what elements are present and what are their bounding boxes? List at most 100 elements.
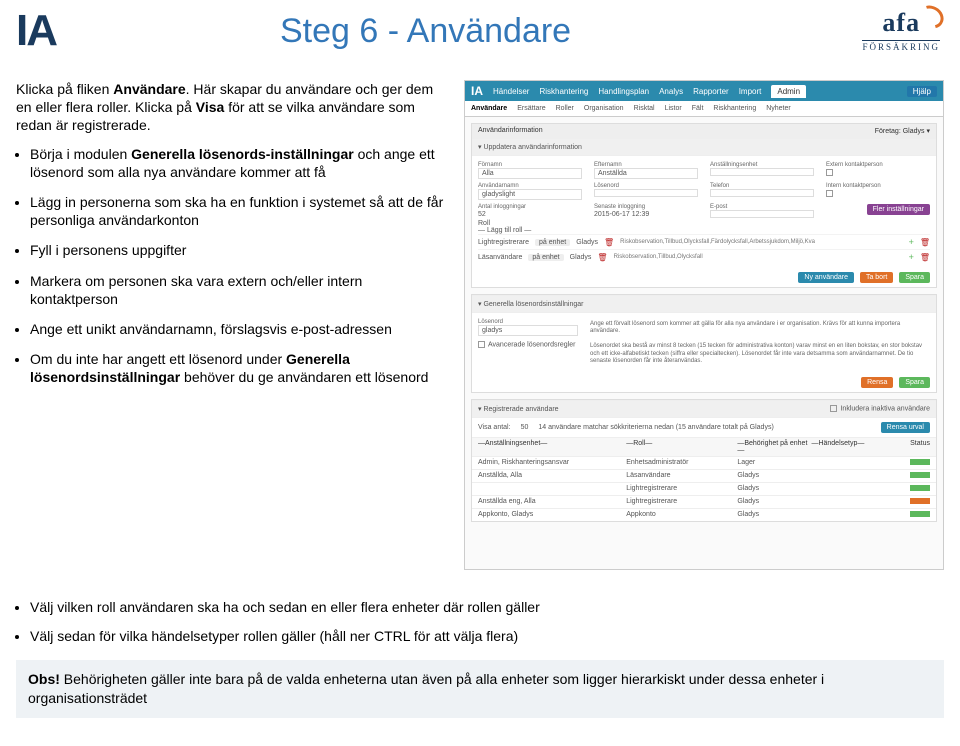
- trash-icon[interactable]: 🗑: [920, 238, 930, 247]
- adv-checkbox[interactable]: [478, 341, 485, 348]
- topnav-item[interactable]: Händelser: [493, 87, 529, 96]
- status-icon: [910, 485, 930, 491]
- include-inactive-label: Inkludera inaktiva användare: [840, 405, 930, 412]
- enhet-input[interactable]: [710, 168, 814, 176]
- senaste-value: 2015-06-17 12:39: [594, 210, 698, 218]
- topnav-item[interactable]: Handlingsplan: [598, 87, 649, 96]
- table-row[interactable]: Anställda eng, AllaLightregistrerareGlad…: [472, 495, 936, 508]
- bullet-item: Lägg in personerna som ska ha en funktio…: [30, 193, 448, 229]
- table-row[interactable]: LightregistrerareGladys: [472, 482, 936, 495]
- filter-behorighet[interactable]: —Behörighet på enhet—: [737, 440, 811, 454]
- spara-button[interactable]: Spara: [899, 377, 930, 388]
- role-name: Läsanvändare: [478, 254, 522, 261]
- subnav-item[interactable]: Ersättare: [517, 105, 545, 112]
- shot-logo-icon: IA: [471, 84, 483, 98]
- registered-users-panel: ▾ Registrerade användare Inkludera inakt…: [471, 399, 937, 522]
- afa-logo: afa FÖRSÄKRING: [862, 8, 940, 52]
- shot-subnav: Användare Ersättare Roller Organisation …: [465, 101, 943, 117]
- extern-checkbox[interactable]: [826, 169, 833, 176]
- telefon-input[interactable]: [710, 189, 814, 197]
- topnav-item[interactable]: Import: [739, 87, 762, 96]
- losen-input[interactable]: [594, 189, 698, 197]
- app-screenshot: IA Händelser Riskhantering Handlingsplan…: [464, 80, 944, 570]
- subnav-item[interactable]: Risktal: [634, 105, 655, 112]
- subnav-item[interactable]: Roller: [556, 105, 574, 112]
- company-value: Gladys: [903, 128, 925, 135]
- efternamn-input[interactable]: Anställda: [594, 168, 698, 179]
- trash-icon[interactable]: 🗑: [604, 238, 614, 247]
- instruction-text: Klicka på fliken Användare. Här skapar d…: [16, 80, 448, 570]
- status-icon: [910, 498, 930, 504]
- match-text: 14 användare matchar sökkriterierna neda…: [538, 424, 773, 431]
- obs-text: Behörigheten gäller inte bara på de vald…: [28, 671, 824, 706]
- roll-select[interactable]: — Lägg till roll —: [478, 227, 598, 234]
- ta-bort-button[interactable]: Ta bort: [860, 272, 893, 283]
- trash-icon[interactable]: 🗑: [597, 253, 607, 262]
- filter-handelsetyp[interactable]: —Händelsetyp—: [811, 440, 885, 454]
- status-icon: [910, 511, 930, 517]
- include-inactive-checkbox[interactable]: [830, 405, 837, 412]
- section-general-pw[interactable]: Generella lösenordsinställningar: [483, 301, 583, 308]
- bullet-item: Markera om personen ska vara extern och/…: [30, 272, 448, 308]
- plus-icon[interactable]: +: [909, 252, 914, 262]
- visa-label: Visa antal:: [478, 424, 511, 431]
- role-who: Gladys: [570, 254, 592, 261]
- ny-anvandare-button[interactable]: Ny användare: [798, 272, 854, 283]
- obs-note: Obs! Behörigheten gäller inte bara på de…: [16, 660, 944, 718]
- table-row[interactable]: Appkonto, GladysAppkontoGladys: [472, 508, 936, 521]
- subnav-item-anvandare[interactable]: Användare: [471, 105, 507, 112]
- subnav-item[interactable]: Organisation: [584, 105, 624, 112]
- main-bullet-list: Börja i modulen Generella lösenords-inst…: [16, 145, 448, 387]
- role-tags: Riskobservation,Tillbud,Olycksfall,Färdo…: [620, 239, 902, 245]
- trash-icon[interactable]: 🗑: [920, 253, 930, 262]
- adv-label: Avancerade lösenordsregler: [488, 342, 575, 349]
- ia-logo: IA: [16, 6, 56, 56]
- subnav-item[interactable]: Fält: [692, 105, 704, 112]
- shot-topbar: IA Händelser Riskhantering Handlingsplan…: [465, 81, 943, 101]
- role-who: Gladys: [576, 239, 598, 246]
- role-name: Lightregistrerare: [478, 239, 529, 246]
- gl-losen-input[interactable]: gladys: [478, 325, 578, 336]
- epost-input[interactable]: [710, 210, 814, 218]
- table-row[interactable]: Anställda, AllaLäsanvändareGladys: [472, 469, 936, 482]
- status-icon: [910, 472, 930, 478]
- bullet-item: Börja i modulen Generella lösenords-inst…: [30, 145, 448, 181]
- fler-installningar-button[interactable]: Fler inställningar: [867, 204, 930, 215]
- section-registered[interactable]: Registrerade användare: [483, 406, 558, 413]
- user-info-panel: Användarinformation Företag: Gladys ▾ ▾ …: [471, 123, 937, 288]
- rensa-urval-button[interactable]: Rensa urval: [881, 422, 930, 433]
- subnav-item[interactable]: Riskhantering: [713, 105, 756, 112]
- topnav-item[interactable]: Rapporter: [693, 87, 729, 96]
- company-label: Företag:: [875, 128, 901, 135]
- topnav-item[interactable]: Riskhantering: [539, 87, 588, 96]
- subnav-item[interactable]: Listor: [665, 105, 682, 112]
- anvnamn-input[interactable]: gladyslight: [478, 189, 582, 200]
- bullet-item: Välj vilken roll användaren ska ha och s…: [30, 598, 944, 617]
- subnav-item[interactable]: Nyheter: [766, 105, 791, 112]
- fornamn-input[interactable]: Alla: [478, 168, 582, 179]
- plus-icon[interactable]: +: [909, 237, 914, 247]
- role-tags: Riskobservation,Tillbud,Olycksfall: [614, 254, 903, 260]
- section-update-user[interactable]: Uppdatera användarinformation: [483, 144, 581, 151]
- intern-checkbox[interactable]: [826, 190, 833, 197]
- general-password-panel: ▾ Generella lösenordsinställningar Lösen…: [471, 294, 937, 393]
- help-button[interactable]: Hjälp: [907, 86, 937, 97]
- table-row[interactable]: Admin, RiskhanteringsansvarEnhetsadminis…: [472, 456, 936, 469]
- spara-button[interactable]: Spara: [899, 272, 930, 283]
- intro-paragraph: Klicka på fliken Användare. Här skapar d…: [16, 80, 448, 135]
- afa-logo-sub: FÖRSÄKRING: [862, 40, 940, 52]
- visa-select[interactable]: 50: [517, 424, 533, 431]
- panel-title: Användarinformation: [478, 127, 543, 135]
- page-title: Steg 6 - Användare: [280, 12, 571, 51]
- rensa-button[interactable]: Rensa: [861, 377, 893, 388]
- bullet-item: Fyll i personens uppgifter: [30, 241, 448, 259]
- status-icon: [910, 459, 930, 465]
- gl-desc: Ange ett förvalt lösenord som kommer att…: [590, 319, 930, 337]
- topnav-item[interactable]: Analys: [659, 87, 683, 96]
- filter-enhet[interactable]: —Anställningsenhet—: [478, 440, 626, 454]
- filter-status: Status: [886, 440, 930, 454]
- antal-value: 52: [478, 210, 582, 218]
- topnav-admin-tab[interactable]: Admin: [771, 85, 806, 98]
- roll-label: Roll: [478, 220, 930, 227]
- filter-roll[interactable]: —Roll—: [626, 440, 737, 454]
